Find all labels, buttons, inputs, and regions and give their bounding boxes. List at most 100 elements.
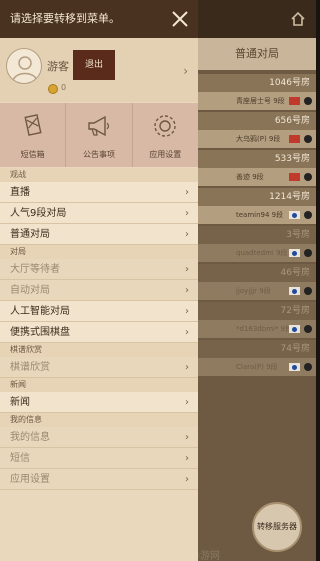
player-name: 善迹 9段 xyxy=(236,173,264,181)
room-player-row[interactable]: quadtedmi 9段 xyxy=(198,244,316,262)
room-header[interactable]: 1214号房 xyxy=(198,188,316,206)
menu-section-title: 我的信息 xyxy=(0,413,198,427)
room-player-row[interactable]: 善迹 9段 xyxy=(198,168,316,186)
flag-icon xyxy=(289,97,300,105)
player-name: *d163dbmi* 9段 xyxy=(236,325,293,333)
home-icon[interactable] xyxy=(290,11,306,27)
menu-item[interactable]: 普通对局 › xyxy=(0,224,198,245)
tab-normal-games[interactable]: 普通对局 xyxy=(198,38,316,70)
menu-item[interactable]: 便携式围棋盘 › xyxy=(0,322,198,343)
stone-icon xyxy=(304,287,312,295)
stone-icon xyxy=(304,325,312,333)
chevron-right-icon: › xyxy=(185,453,189,464)
chevron-right-icon: › xyxy=(183,64,188,78)
chevron-right-icon: › xyxy=(185,397,189,408)
menu-section-title: 观战 xyxy=(0,168,198,182)
room-header[interactable]: 74号房 xyxy=(198,340,316,358)
menu-item[interactable]: 短信 › xyxy=(0,448,198,469)
menu-item-label: 人工智能对局 xyxy=(10,306,70,317)
menu-item[interactable]: 人气9段对局 › xyxy=(0,203,198,224)
room-list: 1046号房青座居士号 9段 656号房大乌鸦(P) 9段 533号房善迹 9段 12… xyxy=(198,72,316,376)
app-settings-label: 应用设置 xyxy=(149,150,182,159)
room-player-row[interactable]: Clara(P) 9段 xyxy=(198,358,316,376)
flag-icon xyxy=(289,135,300,143)
room-header[interactable]: 46号房 xyxy=(198,264,316,282)
flag-icon xyxy=(289,287,300,295)
menu-item[interactable]: 应用设置 › xyxy=(0,469,198,490)
chevron-right-icon: › xyxy=(185,474,189,485)
player-name: 大乌鸦(P) 9段 xyxy=(236,135,281,143)
flag-icon xyxy=(289,363,300,371)
menu-item-label: 新闻 xyxy=(10,397,30,408)
menu-item[interactable]: 直播 › xyxy=(0,182,198,203)
menu-item-label: 人气9段对局 xyxy=(10,208,67,219)
coin-count: 0 xyxy=(61,83,67,92)
switch-server-button[interactable]: 转移服务器 xyxy=(252,502,302,552)
menu-section-title: 棋谱欣赏 xyxy=(0,343,198,357)
chevron-right-icon: › xyxy=(185,432,189,443)
chevron-right-icon: › xyxy=(185,208,189,219)
room-header[interactable]: 72号房 xyxy=(198,302,316,320)
menu-item[interactable]: 自动对局 › xyxy=(0,280,198,301)
logout-button[interactable]: 退出 xyxy=(73,50,115,80)
chevron-right-icon: › xyxy=(185,285,189,296)
flag-icon xyxy=(289,211,300,219)
drawer-menu: 观战 直播 › 人气9段对局 › 普通对局 › 对局 大厅等待者 › 自动对局 › 人工智能对局 › 便携式… xyxy=(0,168,198,490)
mailbox-label: 短信箱 xyxy=(20,150,45,159)
stone-icon xyxy=(304,173,312,181)
player-name: Clara(P) 9段 xyxy=(236,363,278,371)
menu-item-label: 自动对局 xyxy=(10,285,50,296)
menu-section-title: 新闻 xyxy=(0,378,198,392)
menu-item[interactable]: 人工智能对局 › xyxy=(0,301,198,322)
stone-icon xyxy=(304,135,312,143)
username: 游客 xyxy=(47,60,69,73)
mailbox-icon xyxy=(24,114,42,136)
flag-icon xyxy=(289,249,300,257)
flag-icon xyxy=(289,173,300,181)
menu-item-label: 大厅等待者 xyxy=(10,264,60,275)
room-header[interactable]: 533号房 xyxy=(198,150,316,168)
menu-item-label: 棋谱欣赏 xyxy=(10,362,50,373)
room-player-row[interactable]: *d163dbmi* 9段 xyxy=(198,320,316,338)
menu-item[interactable]: 新闻 › xyxy=(0,392,198,413)
announcements-button[interactable]: 公告事项 xyxy=(66,103,133,167)
stone-icon xyxy=(304,249,312,257)
chevron-right-icon: › xyxy=(185,229,189,240)
flag-icon xyxy=(289,325,300,333)
menu-item-label: 直播 xyxy=(10,187,30,198)
room-header[interactable]: 1046号房 xyxy=(198,74,316,92)
menu-item-label: 应用设置 xyxy=(10,474,50,485)
app-settings-button[interactable]: 应用设置 xyxy=(133,103,198,167)
room-player-row[interactable]: 青座居士号 9段 xyxy=(198,92,316,110)
room-header[interactable]: 656号房 xyxy=(198,112,316,130)
room-player-row[interactable]: teamin94 9段 xyxy=(198,206,316,224)
chevron-right-icon: › xyxy=(185,306,189,317)
menu-item[interactable]: 我的信息 › xyxy=(0,427,198,448)
menu-item[interactable]: 棋谱欣赏 › xyxy=(0,357,198,378)
player-name: jjoyjjjr 9段 xyxy=(236,287,271,295)
player-name: teamin94 9段 xyxy=(236,211,284,219)
chevron-right-icon: › xyxy=(185,362,189,373)
stone-icon xyxy=(304,97,312,105)
avatar xyxy=(6,48,42,84)
chevron-right-icon: › xyxy=(185,327,189,338)
room-player-row[interactable]: 大乌鸦(P) 9段 xyxy=(198,130,316,148)
menu-item-label: 便携式围棋盘 xyxy=(10,327,70,338)
menu-item[interactable]: 大厅等待者 › xyxy=(0,259,198,280)
drawer-title: 请选择要转移到菜单。 xyxy=(0,0,198,38)
mailbox-button[interactable]: 短信箱 xyxy=(0,103,67,167)
announcements-label: 公告事项 xyxy=(82,150,115,159)
menu-section-title: 对局 xyxy=(0,245,198,259)
close-icon[interactable] xyxy=(170,9,190,29)
user-icon xyxy=(12,56,38,82)
stone-icon xyxy=(304,363,312,371)
player-name: quadtedmi 9段 xyxy=(236,249,288,257)
user-profile-area[interactable]: 游客 退出 0 › xyxy=(0,38,198,102)
room-player-row[interactable]: jjoyjjjr 9段 xyxy=(198,282,316,300)
chevron-right-icon: › xyxy=(185,187,189,198)
menu-item-label: 短信 xyxy=(10,453,30,464)
stone-icon xyxy=(304,211,312,219)
player-name: 青座居士号 9段 xyxy=(236,97,285,105)
chevron-right-icon: › xyxy=(185,264,189,275)
room-header[interactable]: 3号房 xyxy=(198,226,316,244)
